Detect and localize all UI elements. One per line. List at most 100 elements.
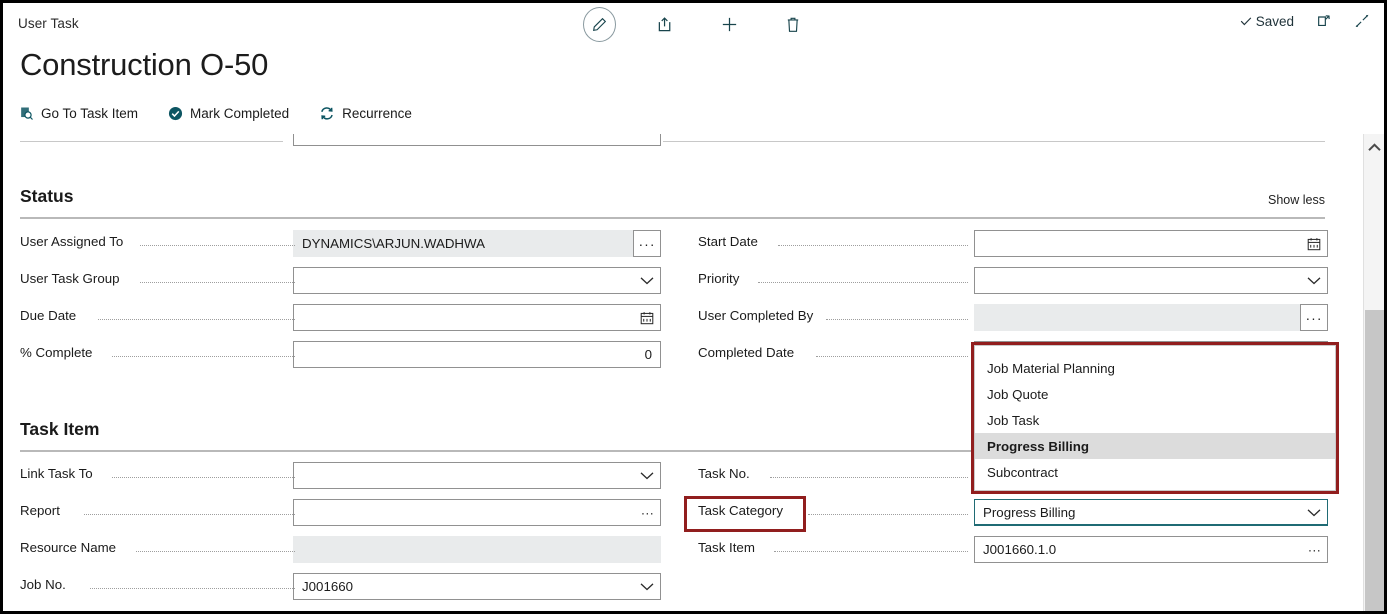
chevron-down-icon[interactable] bbox=[1307, 276, 1321, 285]
input-link-task-to[interactable] bbox=[293, 462, 661, 489]
input-user-task-group[interactable] bbox=[293, 267, 661, 294]
leader-dots bbox=[84, 514, 295, 515]
leader-dots bbox=[112, 356, 295, 357]
saved-label: Saved bbox=[1255, 13, 1294, 29]
leader-dots bbox=[140, 245, 295, 246]
leader-dots bbox=[770, 477, 968, 478]
show-less-link[interactable]: Show less bbox=[1268, 193, 1325, 207]
label-completed-date: Completed Date bbox=[698, 345, 800, 360]
field-row-link-task-to: Link Task To bbox=[20, 462, 662, 490]
input-due-date[interactable] bbox=[293, 304, 661, 331]
lookup-button-user-assigned-to[interactable]: ··· bbox=[633, 230, 661, 257]
field-row-task-category: Task Category Progress Billing bbox=[698, 499, 1328, 527]
value-task-item: J001660.1.0 bbox=[983, 542, 1057, 557]
input-start-date[interactable] bbox=[974, 230, 1328, 257]
field-row-user-task-group: User Task Group bbox=[20, 267, 662, 295]
assist-edit-icon[interactable]: ··· bbox=[641, 505, 654, 520]
scrollbar-track[interactable] bbox=[1364, 156, 1384, 611]
top-bar-icon-group bbox=[583, 7, 808, 42]
leader-dots bbox=[774, 551, 968, 552]
go-to-task-item-icon bbox=[19, 106, 34, 121]
edit-pencil-icon[interactable] bbox=[583, 7, 616, 42]
calendar-icon[interactable] bbox=[1307, 237, 1321, 251]
check-circle-icon bbox=[168, 106, 183, 121]
field-row-due-date: Due Date bbox=[20, 304, 662, 332]
leader-dots bbox=[808, 514, 968, 515]
label-start-date: Start Date bbox=[698, 234, 763, 249]
label-resource-name: Resource Name bbox=[20, 540, 122, 555]
action-mark-completed-label: Mark Completed bbox=[190, 106, 290, 121]
lookup-button-user-completed-by[interactable]: ··· bbox=[1300, 304, 1328, 331]
action-bar: Go To Task Item Mark Completed Recurrenc… bbox=[19, 106, 442, 121]
dropdown-option[interactable]: Job Quote bbox=[975, 381, 1335, 407]
field-row-job-no: Job No. J001660 bbox=[20, 573, 662, 601]
action-go-to-task-item-label: Go To Task Item bbox=[41, 106, 139, 121]
leader-dots bbox=[136, 551, 295, 552]
chevron-down-icon[interactable] bbox=[640, 582, 654, 591]
divider-right bbox=[663, 141, 1325, 142]
chevron-down-icon[interactable] bbox=[1307, 508, 1321, 517]
label-user-completed-by: User Completed By bbox=[698, 308, 819, 323]
status-section-rule bbox=[20, 217, 1325, 219]
recurrence-icon bbox=[319, 106, 335, 121]
page-title: Construction O-50 bbox=[20, 47, 269, 82]
label-priority: Priority bbox=[698, 271, 745, 286]
share-icon[interactable] bbox=[650, 10, 680, 40]
field-row-start-date: Start Date bbox=[698, 230, 1328, 258]
dropdown-option-selected[interactable]: Progress Billing bbox=[975, 433, 1335, 459]
calendar-icon[interactable] bbox=[640, 311, 654, 325]
task-category-dropdown-list[interactable]: Job Material Planning Job Quote Job Task… bbox=[974, 345, 1336, 491]
status-badge: Saved bbox=[1239, 14, 1294, 29]
form-content: Status Show less User Assigned To DYNAMI… bbox=[3, 134, 1343, 611]
collapse-icon[interactable] bbox=[1354, 13, 1370, 29]
action-recurrence-label: Recurrence bbox=[342, 106, 412, 121]
input-percent-complete[interactable]: 0 bbox=[293, 341, 661, 368]
action-go-to-task-item[interactable]: Go To Task Item bbox=[19, 106, 138, 121]
trash-icon[interactable] bbox=[778, 10, 808, 40]
field-row-priority: Priority bbox=[698, 267, 1328, 295]
vertical-scrollbar[interactable] bbox=[1363, 134, 1384, 611]
task-item-section-title: Task Item bbox=[20, 419, 100, 439]
scroll-up-arrow-icon[interactable] bbox=[1364, 138, 1384, 156]
open-in-new-window-icon[interactable] bbox=[1316, 13, 1332, 29]
label-user-task-group: User Task Group bbox=[20, 271, 125, 286]
input-job-no[interactable]: J001660 bbox=[293, 573, 661, 600]
chevron-down-icon[interactable] bbox=[640, 276, 654, 285]
dropdown-option[interactable]: Job Task bbox=[975, 407, 1335, 433]
scrollbar-thumb[interactable] bbox=[1365, 310, 1384, 611]
action-mark-completed[interactable]: Mark Completed bbox=[168, 106, 289, 121]
clipped-field-row bbox=[3, 134, 1343, 146]
input-task-item[interactable]: J001660.1.0 ··· bbox=[974, 536, 1328, 563]
field-row-report: Report ··· bbox=[20, 499, 662, 527]
leader-dots bbox=[140, 282, 295, 283]
dropdown-option[interactable]: Subcontract bbox=[975, 459, 1335, 485]
label-task-no: Task No. bbox=[698, 466, 755, 481]
input-priority[interactable] bbox=[974, 267, 1328, 294]
input-task-category[interactable]: Progress Billing bbox=[974, 499, 1328, 526]
label-link-task-to: Link Task To bbox=[20, 466, 98, 481]
user-task-card-page: User Task Saved Construction O-50 Go To … bbox=[0, 0, 1387, 614]
leader-dots bbox=[758, 282, 968, 283]
action-recurrence[interactable]: Recurrence bbox=[319, 106, 412, 121]
value-user-assigned-to: DYNAMICS\ARJUN.WADHWA bbox=[302, 236, 485, 251]
plus-icon[interactable] bbox=[714, 10, 744, 40]
breadcrumb[interactable]: User Task bbox=[18, 16, 79, 31]
label-task-category: Task Category bbox=[698, 503, 788, 518]
label-job-no: Job No. bbox=[20, 577, 71, 592]
clipped-field-box[interactable] bbox=[293, 134, 661, 146]
assist-edit-icon[interactable]: ··· bbox=[1308, 542, 1321, 557]
input-user-assigned-to[interactable]: DYNAMICS\ARJUN.WADHWA bbox=[293, 230, 633, 257]
label-task-item: Task Item bbox=[698, 540, 760, 555]
status-section-title: Status bbox=[20, 186, 74, 206]
value-job-no: J001660 bbox=[302, 579, 354, 594]
input-report[interactable]: ··· bbox=[293, 499, 661, 526]
dropdown-option[interactable]: Job Material Planning bbox=[975, 355, 1335, 381]
leader-dots bbox=[98, 319, 295, 320]
leader-dots bbox=[90, 588, 295, 589]
leader-dots bbox=[778, 245, 968, 246]
input-user-completed-by[interactable] bbox=[974, 304, 1300, 331]
value-percent-complete: 0 bbox=[644, 347, 652, 362]
leader-dots bbox=[826, 319, 968, 320]
chevron-down-icon[interactable] bbox=[640, 471, 654, 480]
field-row-user-assigned-to: User Assigned To DYNAMICS\ARJUN.WADHWA ·… bbox=[20, 230, 662, 258]
